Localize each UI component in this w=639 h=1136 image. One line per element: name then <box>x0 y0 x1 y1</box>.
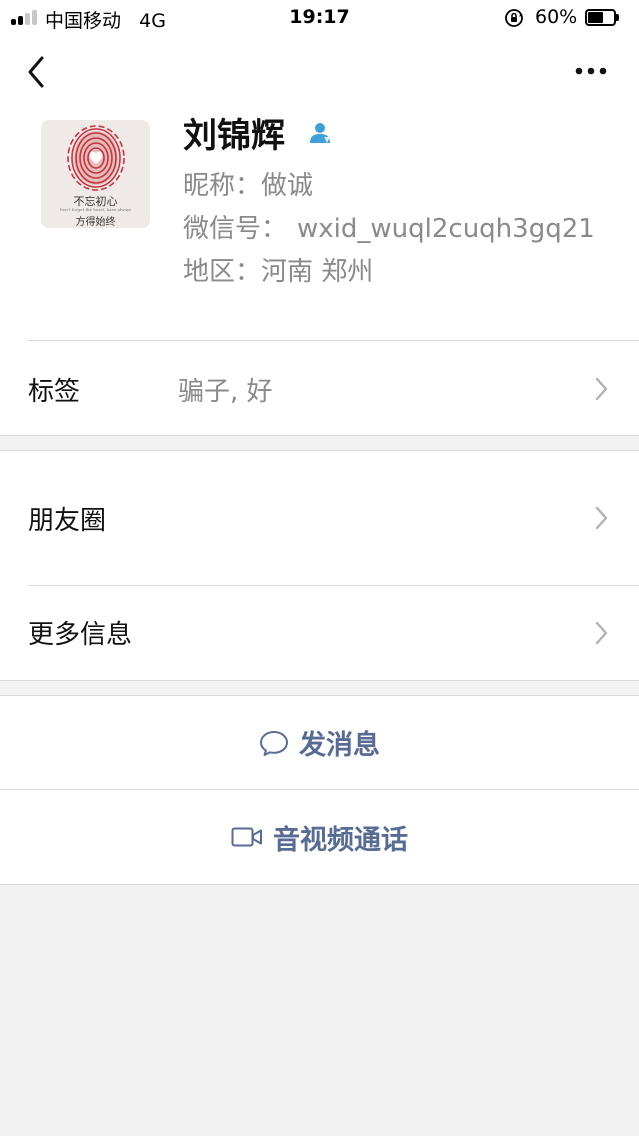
send-message-label: 发消息 <box>299 730 380 761</box>
wechat-id-line: 微信号： wxid_wuql2cuqh3gq21 <box>183 208 595 245</box>
actions-section: 发消息 音视频通话 <box>0 695 639 885</box>
contact-name: 刘锦辉 <box>183 116 285 156</box>
region-label: 地区： <box>183 257 262 287</box>
more-info-label: 更多信息 <box>28 620 133 650</box>
video-camera-icon <box>231 827 262 847</box>
nickname-value: 做诚 <box>261 171 314 201</box>
battery-icon <box>585 9 619 26</box>
tags-row[interactable] <box>0 341 639 435</box>
moments-section: 朋友圈 更多信息 <box>0 450 639 680</box>
chevron-right-icon <box>595 506 608 530</box>
send-message-button[interactable]: 发消息 <box>0 696 639 789</box>
avatar[interactable]: 不忘初心 Don't forget the heart, have always… <box>41 120 150 228</box>
chat-bubble-icon <box>260 730 288 756</box>
video-call-label: 音视频通话 <box>273 824 408 856</box>
tags-label: 标签 <box>28 377 81 407</box>
ellipsis-icon[interactable] <box>568 56 614 86</box>
avatar-caption-bottom: 方得始终 <box>75 217 116 228</box>
wechat-id-value: wxid_wuql2cuqh3gq21 <box>297 214 595 244</box>
divider <box>0 680 639 681</box>
tags-value: 骗子, 好 <box>178 377 273 407</box>
region-value: 河南 郑州 <box>261 257 374 287</box>
chevron-left-icon[interactable] <box>22 52 52 92</box>
nickname-label: 昵称： <box>183 171 262 201</box>
moments-label: 朋友圈 <box>28 506 107 536</box>
chevron-right-icon <box>595 621 608 645</box>
chevron-right-icon <box>595 377 608 401</box>
avatar-caption-small: Don't forget the heart, have always <box>59 207 132 212</box>
divider <box>0 435 639 436</box>
nickname-line: 昵称：做诚 <box>183 165 313 202</box>
status-bar: 中国移动 4G 19:17 60% <box>0 0 639 36</box>
person-icon <box>310 123 330 143</box>
divider <box>0 884 639 885</box>
rotation-lock-icon <box>505 9 523 27</box>
battery-percent: 60% <box>535 6 578 28</box>
region-line: 地区：河南 郑州 <box>183 251 373 288</box>
wechat-id-label: 微信号： <box>183 214 288 244</box>
video-call-button[interactable]: 音视频通话 <box>0 790 639 884</box>
